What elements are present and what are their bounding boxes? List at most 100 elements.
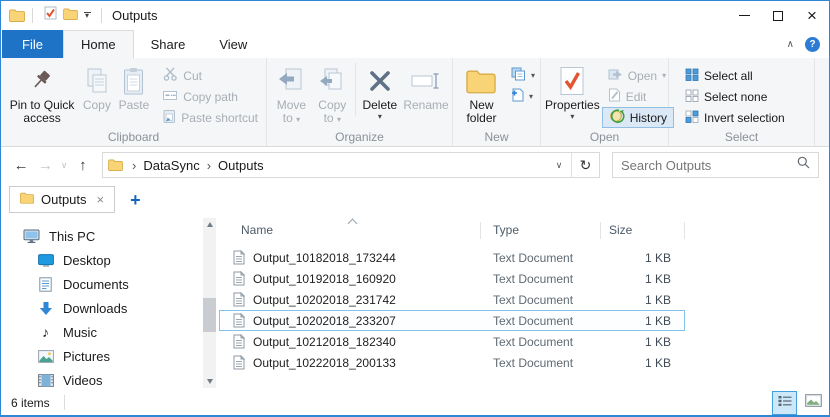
breadcrumb-chevron[interactable]: ›: [132, 158, 136, 173]
select-all-button[interactable]: Select all: [679, 65, 791, 86]
minimize-icon: [739, 15, 750, 16]
sidebar-item-downloads[interactable]: Downloads: [1, 296, 219, 320]
pin-to-quick-access-button[interactable]: Pin to Quick access: [5, 61, 79, 125]
tab-label: Outputs: [41, 192, 87, 207]
scroll-up-button[interactable]: [203, 218, 216, 231]
address-dropdown-button[interactable]: ∨: [547, 153, 571, 177]
group-label-open: Open: [541, 130, 668, 144]
new-folder-button[interactable]: New folder: [457, 61, 506, 125]
maximize-button[interactable]: [761, 1, 795, 30]
file-list: Name Type Size Output_10182018_173244 Te…: [219, 216, 829, 390]
documents-icon: [37, 277, 54, 292]
window-folder-icon: [9, 9, 25, 22]
sidebar-item-this-pc[interactable]: This PC: [1, 224, 219, 248]
invert-selection-button[interactable]: Invert selection: [679, 107, 791, 128]
file-row[interactable]: Output_10202018_231742 Text Document 1 K…: [219, 289, 685, 310]
details-view-button[interactable]: [772, 391, 797, 415]
edit-button[interactable]: Edit: [602, 86, 674, 107]
group-divider: [355, 63, 356, 116]
sidebar-item-documents[interactable]: Documents: [1, 272, 219, 296]
search-box[interactable]: [612, 152, 819, 178]
minimize-button[interactable]: [727, 1, 761, 30]
group-label-clipboard: Clipboard: [1, 130, 266, 144]
status-separator: [64, 395, 65, 410]
recent-locations-button[interactable]: ∨: [58, 160, 71, 171]
open-button[interactable]: Open ▾: [602, 65, 674, 86]
qat-new-folder-button[interactable]: [60, 5, 80, 27]
qat-customize-button[interactable]: ▾: [80, 12, 94, 20]
chevron-up-icon: [207, 222, 213, 227]
status-bar: 6 items: [1, 390, 829, 415]
chevron-down-icon: [207, 379, 213, 384]
sidebar-scrollbar[interactable]: [203, 218, 216, 388]
large-icons-view-button[interactable]: [801, 391, 826, 415]
folder-icon: [108, 159, 123, 171]
ribbon-tab-strip: File Home Share View ∧ ?: [1, 30, 829, 58]
pc-icon: [23, 229, 40, 244]
column-header-type[interactable]: Type: [481, 222, 601, 239]
desktop-icon: [37, 254, 54, 267]
rename-button[interactable]: Rename: [402, 61, 450, 112]
tab-share[interactable]: Share: [134, 30, 203, 58]
search-input[interactable]: [621, 158, 797, 173]
breadcrumb-datasync[interactable]: DataSync: [143, 158, 199, 173]
sidebar-item-desktop[interactable]: Desktop: [1, 248, 219, 272]
close-button[interactable]: ×: [795, 1, 829, 30]
cut-button[interactable]: Cut: [157, 65, 264, 86]
file-row-focused[interactable]: Output_10202018_233207 Text Document 1 K…: [219, 310, 685, 331]
up-button[interactable]: ↑: [71, 157, 95, 174]
new-item-button[interactable]: ▾: [508, 65, 538, 86]
search-icon[interactable]: [797, 156, 810, 174]
breadcrumb-outputs[interactable]: Outputs: [218, 158, 264, 173]
sidebar-item-videos[interactable]: Videos: [1, 368, 219, 392]
text-document-icon: [231, 250, 247, 265]
copy-path-button[interactable]: Copy path: [157, 86, 264, 107]
scroll-down-button[interactable]: [203, 375, 216, 388]
copy-icon: [84, 63, 110, 99]
forward-button[interactable]: →: [33, 157, 57, 174]
back-button[interactable]: ←: [9, 157, 33, 174]
properties-check-icon: [44, 6, 57, 25]
delete-x-icon: [367, 63, 393, 99]
help-button[interactable]: ?: [805, 37, 820, 52]
chevron-down-icon: ▾: [531, 71, 535, 80]
breadcrumb-chevron[interactable]: ›: [207, 158, 211, 173]
collapse-ribbon-button[interactable]: ∧: [787, 39, 794, 50]
scrollbar-thumb[interactable]: [203, 298, 216, 332]
column-header-size[interactable]: Size: [601, 222, 685, 239]
copy-to-button[interactable]: Copy to ▾: [312, 61, 353, 126]
file-row[interactable]: Output_10222018_200133 Text Document 1 K…: [219, 352, 685, 373]
easy-access-button[interactable]: ▾: [508, 86, 538, 107]
sidebar-item-music[interactable]: ♪ Music: [1, 320, 219, 344]
ribbon-group-organize: Move to ▾ Copy to ▾ Delete ▾ Ren: [267, 58, 453, 146]
sidebar-item-pictures[interactable]: Pictures: [1, 344, 219, 368]
paste-button[interactable]: Paste: [115, 61, 154, 112]
qat-properties-button[interactable]: [40, 5, 60, 27]
move-to-button[interactable]: Move to ▾: [271, 61, 312, 126]
close-tab-icon[interactable]: ×: [97, 192, 105, 207]
new-tab-button[interactable]: +: [130, 191, 141, 209]
paste-shortcut-icon: [163, 109, 176, 126]
paste-shortcut-button[interactable]: Paste shortcut: [157, 107, 264, 128]
tab-file[interactable]: File: [2, 30, 63, 58]
chevron-down-icon: ▾: [296, 115, 300, 124]
tab-view[interactable]: View: [202, 30, 264, 58]
properties-button[interactable]: Properties ▾: [545, 61, 600, 120]
text-document-icon: [231, 313, 247, 328]
tab-home[interactable]: Home: [63, 30, 134, 58]
column-headers: Name Type Size: [219, 218, 829, 242]
text-document-icon: [231, 334, 247, 349]
address-bar[interactable]: › DataSync › Outputs ∨ ↻: [102, 152, 600, 178]
ribbon-group-new: New folder ▾ ▾ New: [453, 58, 541, 146]
refresh-button[interactable]: ↻: [571, 153, 599, 177]
copy-button[interactable]: Copy: [79, 61, 114, 112]
delete-button[interactable]: Delete ▾: [358, 61, 402, 120]
file-row[interactable]: Output_10192018_160920 Text Document 1 K…: [219, 268, 685, 289]
main-content: This PC Desktop Documents Downloads: [1, 216, 829, 390]
folder-tab-outputs[interactable]: Outputs ×: [9, 186, 115, 213]
select-none-icon: [685, 89, 699, 105]
file-row[interactable]: Output_10212018_182340 Text Document 1 K…: [219, 331, 685, 352]
history-button[interactable]: History: [602, 107, 674, 128]
select-none-button[interactable]: Select none: [679, 86, 791, 107]
file-row[interactable]: Output_10182018_173244 Text Document 1 K…: [219, 247, 685, 268]
